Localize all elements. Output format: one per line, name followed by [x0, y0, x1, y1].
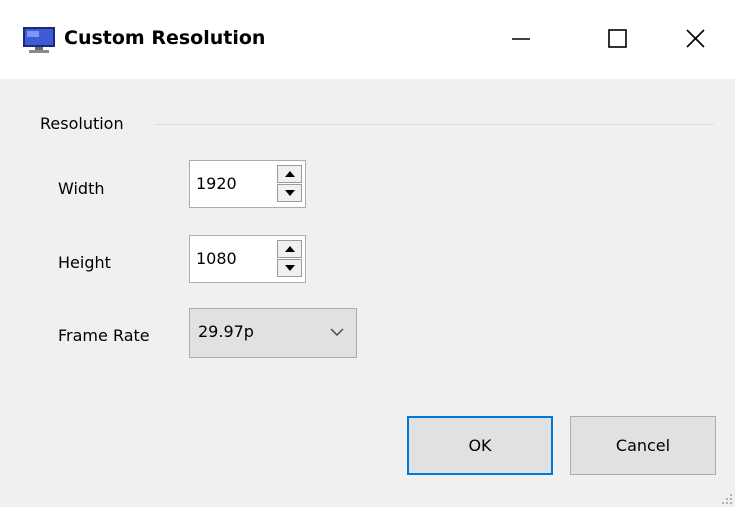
frame-rate-label: Frame Rate — [58, 326, 150, 345]
group-divider — [154, 124, 714, 125]
arrow-down-icon — [285, 265, 295, 271]
ok-button[interactable]: OK — [407, 416, 553, 475]
minimize-icon — [512, 38, 530, 40]
resolution-group-label: Resolution — [40, 114, 124, 133]
height-decrement-button[interactable] — [277, 259, 302, 277]
arrow-up-icon — [285, 171, 295, 177]
resize-grip-icon[interactable] — [721, 493, 733, 505]
maximize-button[interactable] — [594, 16, 640, 60]
title-bar[interactable]: Custom Resolution — [0, 0, 735, 79]
width-increment-button[interactable] — [277, 165, 302, 183]
arrow-up-icon — [285, 246, 295, 252]
window-title: Custom Resolution — [64, 27, 266, 49]
monitor-icon — [22, 26, 56, 54]
height-increment-button[interactable] — [277, 240, 302, 258]
arrow-down-icon — [285, 190, 295, 196]
width-spinbox[interactable]: 1920 — [189, 160, 306, 208]
width-value[interactable]: 1920 — [196, 173, 237, 195]
maximize-icon — [608, 29, 627, 48]
frame-rate-value: 29.97p — [198, 322, 254, 341]
height-spinbox[interactable]: 1080 — [189, 235, 306, 283]
height-label: Height — [58, 253, 111, 272]
cancel-button[interactable]: Cancel — [570, 416, 716, 475]
width-label: Width — [58, 179, 105, 198]
chevron-down-icon — [330, 328, 344, 336]
frame-rate-dropdown[interactable]: 29.97p — [189, 308, 357, 358]
close-button[interactable] — [672, 16, 718, 60]
minimize-button[interactable] — [498, 16, 544, 60]
custom-resolution-dialog: Custom Resolution Resolution Width 1920 — [0, 0, 735, 507]
close-icon — [686, 29, 705, 48]
height-value[interactable]: 1080 — [196, 248, 237, 270]
width-decrement-button[interactable] — [277, 184, 302, 202]
